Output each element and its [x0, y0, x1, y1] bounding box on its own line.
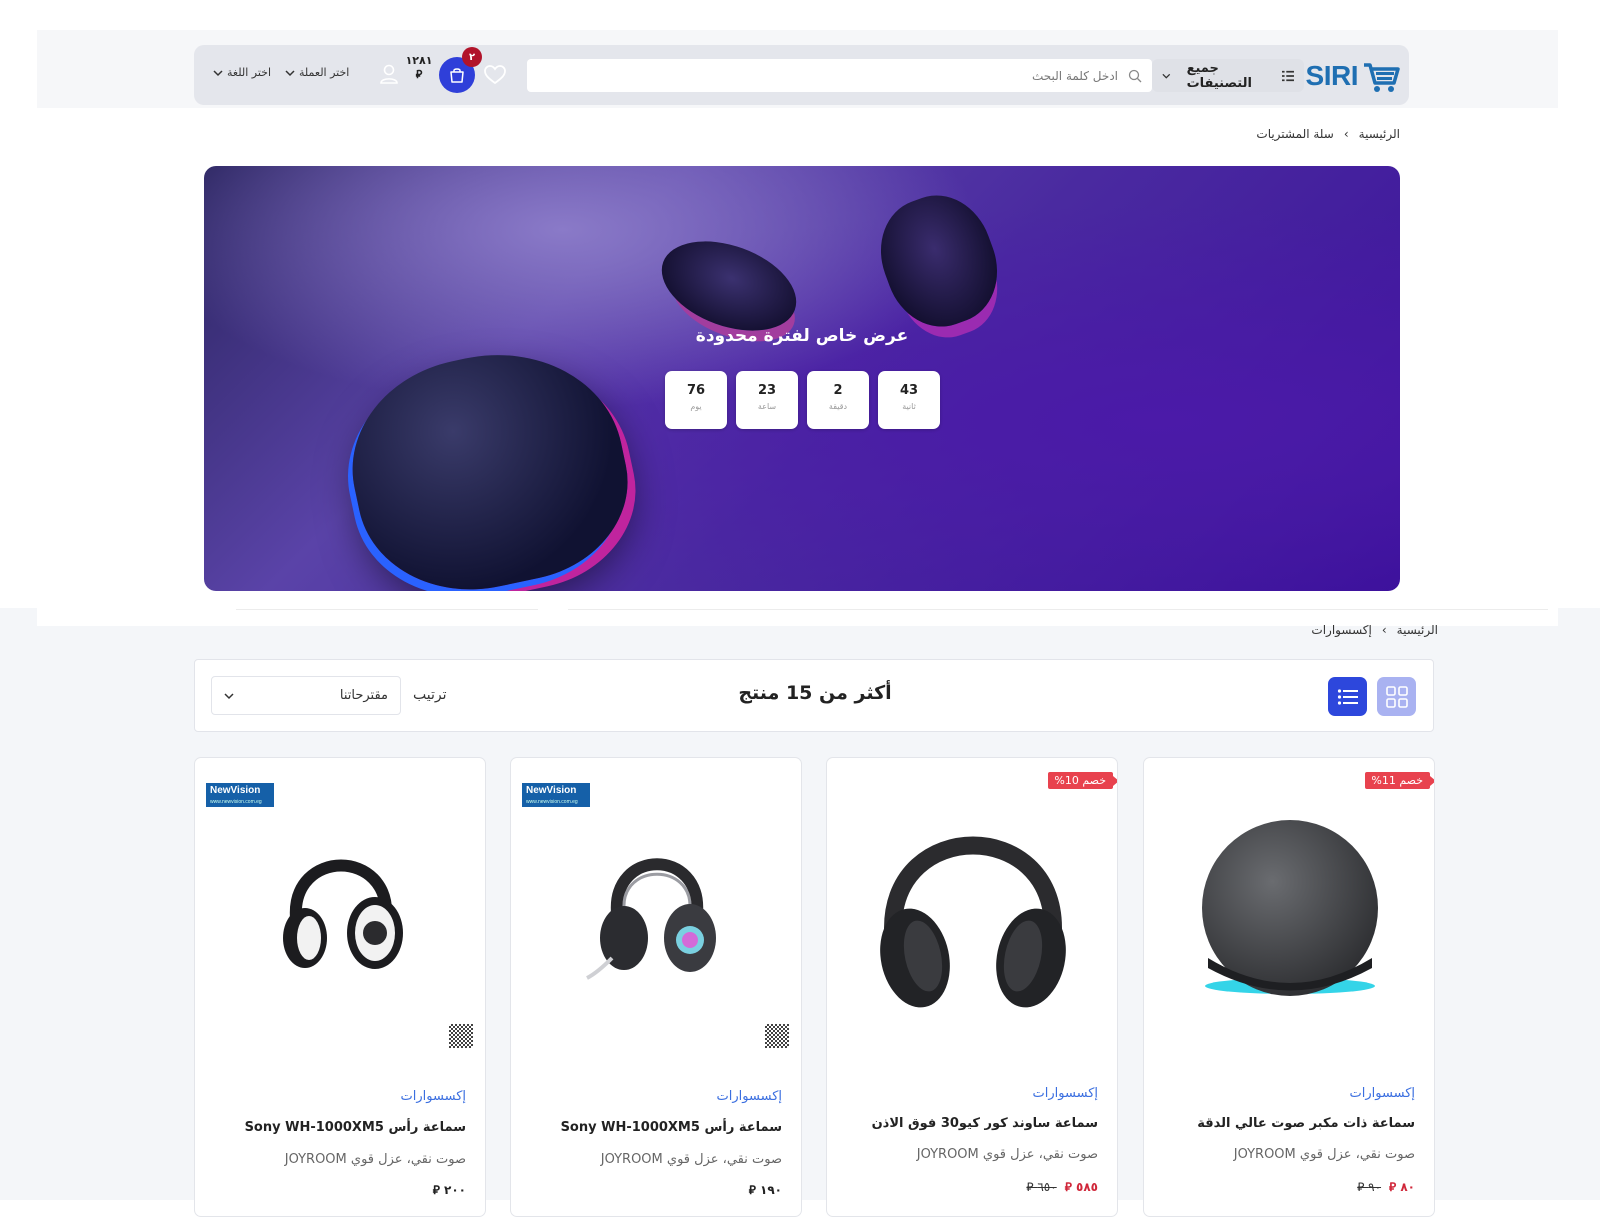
- smart-speaker-image: [1202, 820, 1378, 996]
- categories-dropdown[interactable]: جميع التصنيفات: [1152, 59, 1304, 92]
- product-card[interactable]: NewVision www.newvision.com.eg إكسسوارات …: [510, 757, 802, 1217]
- product-description: صوت نقي، عزل قوي JOYROOM: [916, 1147, 1098, 1162]
- search-icon: [1128, 69, 1142, 82]
- menu-list-icon: [1282, 70, 1294, 81]
- categories-label: جميع التصنيفات: [1186, 60, 1252, 91]
- price-current: ١٩٠ ⃁: [748, 1183, 782, 1197]
- cart-logo-icon: [1364, 63, 1400, 92]
- breadcrumb: الرئيسية › سلة المشتريات: [1256, 127, 1400, 141]
- breadcrumb-home[interactable]: الرئيسية: [1359, 127, 1400, 141]
- product-category[interactable]: إكسسوارات: [1033, 1086, 1098, 1101]
- sort-label: ترتيب: [413, 687, 447, 703]
- breadcrumb-products: الرئيسية › إكسسوارات: [1311, 623, 1438, 637]
- product-card[interactable]: خصم 11% إكسسوارات سماعة ذات مكبر صوت عال…: [1143, 757, 1435, 1217]
- product-title[interactable]: سماعة ساوند كور كيو30 فوق الاذن: [872, 1116, 1098, 1131]
- countdown-unit: ثانية: [902, 402, 916, 411]
- countdown-seconds: 43 ثانية: [878, 371, 940, 429]
- promo-banner[interactable]: عرض خاص لفترة محدودة 43 ثانية 2 دقيقة 23…: [204, 166, 1400, 591]
- product-category[interactable]: إكسسوارات: [717, 1089, 782, 1104]
- product-price: ٢٠٠ ⃁: [433, 1183, 466, 1198]
- countdown-hours: 23 ساعة: [736, 371, 798, 429]
- countdown-minutes: 2 دقيقة: [807, 371, 869, 429]
- breadcrumb-home[interactable]: الرئيسية: [1397, 623, 1438, 637]
- product-price: ٨٠ ⃁ ٩٠ ⃁: [1357, 1180, 1415, 1195]
- product-title[interactable]: سماعة ذات مكبر صوت عالي الدقة: [1197, 1116, 1415, 1131]
- currency-label: اختر العملة: [299, 66, 350, 79]
- products-toolbar: أكثر من 15 منتج ترتيب مقترحاتنا: [194, 659, 1434, 732]
- price-old: ٩٠ ⃁: [1357, 1180, 1382, 1194]
- product-card[interactable]: NewVision www.newvision.com.eg إكسسوارات …: [194, 757, 486, 1217]
- product-card[interactable]: خصم 10% إكسسوارات سماعة ساوند كور كيو30 …: [826, 757, 1118, 1217]
- qr-code-image: [449, 1024, 473, 1048]
- chevron-down-icon: [285, 69, 295, 76]
- earbud-right-image: [865, 181, 1013, 341]
- promo-title: عرض خاص لفترة محدودة: [695, 326, 909, 346]
- countdown-unit: يوم: [690, 402, 702, 411]
- cart-total: ١٢٨١ ⃁: [404, 54, 434, 82]
- search-box: [527, 59, 1152, 92]
- earbuds-case-image: [333, 330, 645, 591]
- price-old: ٦٥٠ ⃁: [1026, 1180, 1057, 1194]
- currency-select[interactable]: اختر العملة: [285, 66, 349, 79]
- site-logo[interactable]: SIRI: [1306, 56, 1400, 96]
- countdown-value: 76: [686, 383, 706, 398]
- breadcrumb-current: سلة المشتريات: [1256, 127, 1334, 141]
- breadcrumb-separator: ›: [1343, 127, 1349, 141]
- product-image[interactable]: [827, 788, 1117, 1028]
- bluetooth-headphones-image: [283, 859, 403, 969]
- qr-code-image: [765, 1024, 789, 1048]
- gaming-headset-image: [586, 858, 716, 980]
- sort-select[interactable]: مقترحاتنا: [211, 676, 401, 715]
- product-category[interactable]: إكسسوارات: [1350, 1086, 1415, 1101]
- product-price: ٥٨٥ ⃁ ٦٥٠ ⃁: [1026, 1180, 1098, 1195]
- chevron-down-icon: [224, 692, 234, 699]
- sort-value: مقترحاتنا: [339, 688, 388, 703]
- chevron-down-icon: [1162, 73, 1171, 79]
- product-image[interactable]: [1144, 788, 1434, 1028]
- divider: [236, 609, 538, 610]
- product-title[interactable]: سماعة رأس Sony WH-1000XM5: [245, 1120, 466, 1135]
- search-input[interactable]: [556, 67, 1120, 84]
- breadcrumb-current: إكسسوارات: [1311, 623, 1372, 637]
- countdown-value: 43: [899, 383, 919, 398]
- product-description: صوت نقي، عزل قوي JOYROOM: [1233, 1147, 1415, 1162]
- language-select[interactable]: اختر اللغة: [213, 66, 271, 79]
- price-current: ٢٠٠ ⃁: [432, 1183, 466, 1197]
- countdown-days: 76 يوم: [665, 371, 727, 429]
- price-current: ٨٠ ⃁: [1389, 1180, 1415, 1194]
- language-label: اختر اللغة: [227, 66, 271, 79]
- cart-count-badge: ٢: [462, 47, 482, 67]
- product-description: صوت نقي، عزل قوي JOYROOM: [284, 1152, 466, 1167]
- price-current: ٥٨٥ ⃁: [1064, 1180, 1098, 1194]
- discount-badge: خصم 11%: [1365, 772, 1434, 789]
- countdown-value: 23: [757, 383, 777, 398]
- logo-text: SIRI: [1305, 60, 1359, 91]
- product-description: صوت نقي، عزل قوي JOYROOM: [600, 1152, 782, 1167]
- product-image[interactable]: [195, 788, 485, 1028]
- countdown-unit: دقيقة: [828, 402, 848, 411]
- product-image[interactable]: [511, 788, 801, 1028]
- breadcrumb-separator: ›: [1381, 623, 1387, 637]
- cart-currency: ⃁: [415, 68, 423, 81]
- user-icon[interactable]: [378, 63, 400, 85]
- countdown-value: 2: [833, 383, 843, 398]
- countdown-unit: ساعة: [757, 402, 777, 411]
- heart-icon[interactable]: [483, 63, 507, 87]
- divider: [568, 609, 1548, 610]
- cart-total-value: ١٢٨١: [405, 54, 433, 67]
- product-category[interactable]: إكسسوارات: [401, 1089, 466, 1104]
- product-title[interactable]: سماعة رأس Sony WH-1000XM5: [561, 1120, 782, 1135]
- product-price: ١٩٠ ⃁: [749, 1183, 782, 1198]
- shopping-bag-icon: [450, 68, 464, 83]
- discount-badge: خصم 10%: [1048, 772, 1117, 789]
- chevron-down-icon: [213, 69, 223, 76]
- over-ear-headphones-image: [880, 836, 1066, 1008]
